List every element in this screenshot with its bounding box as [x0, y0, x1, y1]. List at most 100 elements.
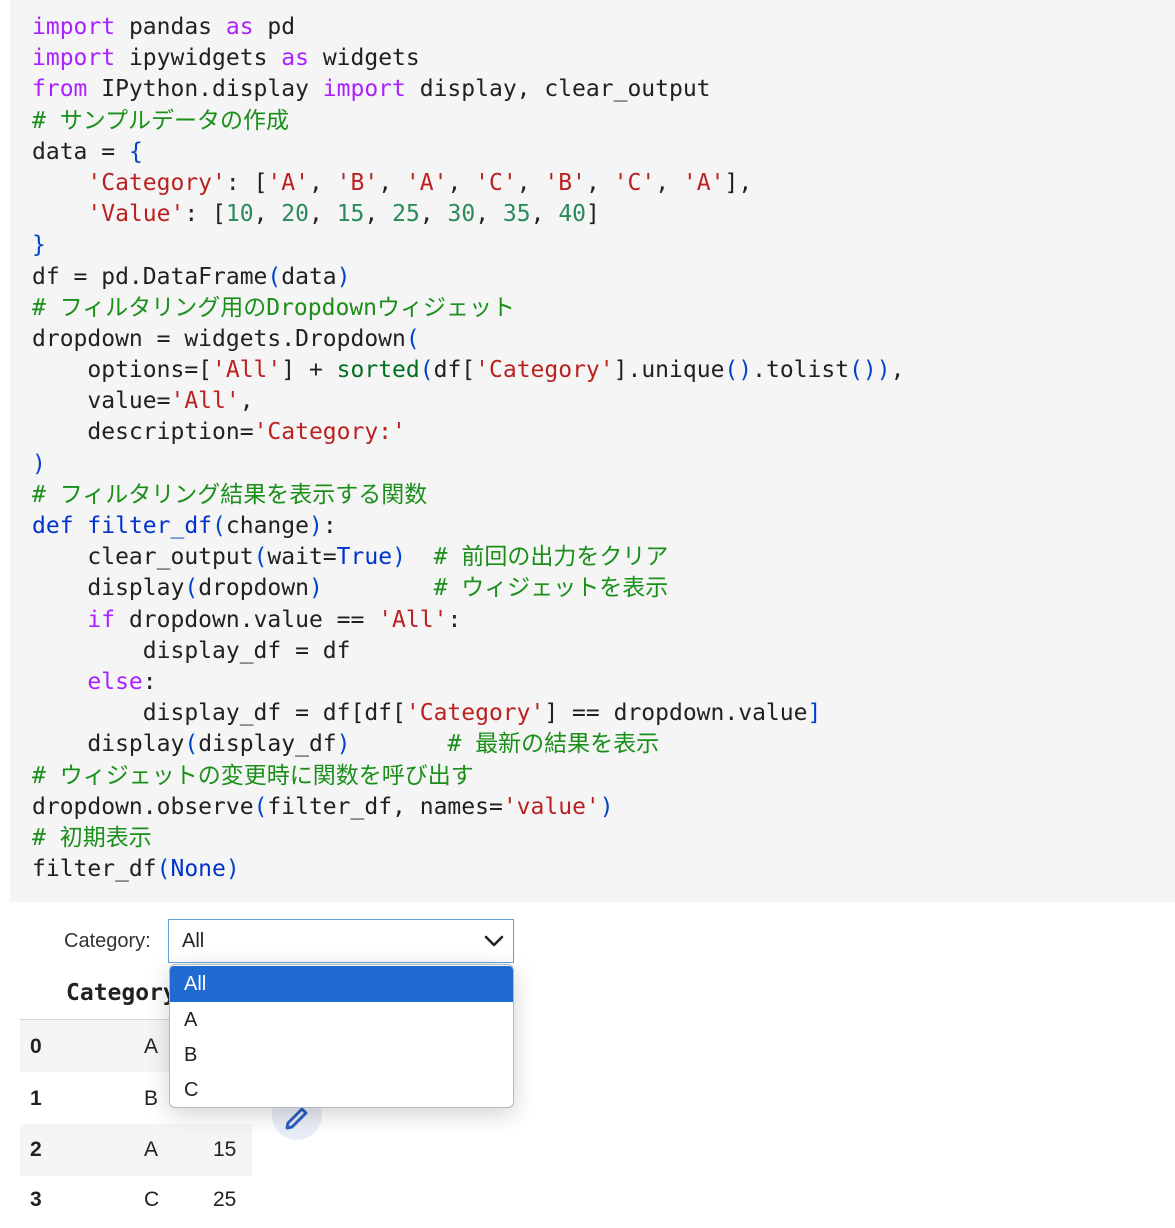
code-token: value=: [32, 388, 171, 415]
code-token: (): [724, 357, 753, 384]
table-row: 3 C 25: [20, 1176, 252, 1228]
table-row: 2 A 15: [20, 1124, 252, 1176]
code-line: def filter_df(change):: [32, 511, 904, 542]
code-token: dropdown.value ==: [115, 606, 379, 633]
dropdown-label: Category:: [64, 930, 151, 952]
code-token: ,: [585, 169, 614, 196]
code-token: ): [308, 575, 323, 602]
code-token: 20: [281, 201, 309, 228]
code-token: df = pd.DataFrame: [32, 263, 268, 290]
value-cell: 15: [213, 1138, 237, 1161]
category-cell: B: [144, 1087, 159, 1110]
code-token: # フィルタリング用のDropdownウィジェット: [32, 294, 516, 321]
code-token: description=: [32, 419, 254, 446]
code-token: def: [32, 513, 74, 539]
code-token: import: [32, 45, 116, 72]
code-token: IPython.display: [87, 76, 323, 103]
code-token: ,: [655, 169, 683, 196]
code-editor[interactable]: import pandas as pd import ipywidgets as …: [32, 12, 904, 885]
code-token: (: [267, 263, 282, 290]
code-token: pandas: [115, 14, 226, 40]
code-token: :: [447, 606, 462, 633]
code-token: 40: [558, 201, 587, 228]
code-token: (: [405, 325, 420, 352]
code-token: dropdown = widgets.Dropdown: [32, 325, 406, 352]
code-token: ,: [308, 169, 337, 196]
code-token: ,: [419, 201, 448, 228]
dropdown-menu[interactable]: All A B C: [169, 964, 514, 1108]
code-token: ,: [308, 201, 337, 228]
code-token: data =: [32, 138, 129, 165]
dropdown-option-all[interactable]: All: [170, 966, 513, 1002]
code-token: .tolist: [752, 357, 850, 384]
code-token: ,: [253, 201, 282, 228]
code-line: from IPython.display import display, cle…: [32, 74, 904, 105]
code-token: 'A': [267, 169, 309, 196]
code-token: : [: [225, 169, 268, 196]
code-token: # 前回の出力をクリア: [433, 544, 669, 571]
dropdown-option-a[interactable]: A: [170, 1002, 513, 1038]
code-cell[interactable]: import pandas as pd import ipywidgets as …: [10, 0, 1175, 902]
code-token: (: [184, 575, 199, 602]
category-dropdown[interactable]: All: [168, 919, 514, 963]
dropdown-option-b[interactable]: B: [170, 1037, 513, 1073]
code-line: # フィルタリング用のDropdownウィジェット: [32, 293, 904, 324]
chevron-down-icon: [484, 935, 504, 947]
code-token: from: [32, 76, 88, 103]
code-token: # ウィジェットを表示: [433, 575, 669, 602]
code-token: 'All': [212, 357, 282, 384]
code-line: # フィルタリング結果を表示する関数: [32, 480, 904, 511]
code-token: 'All': [378, 606, 448, 633]
code-token: if: [87, 606, 116, 633]
code-token: ,: [475, 201, 503, 228]
row-index: 1: [30, 1087, 42, 1110]
code-token: pd: [253, 14, 296, 40]
code-token: 'Category': [405, 700, 545, 727]
code-line: ): [32, 449, 904, 480]
code-line: dropdown = widgets.Dropdown(: [32, 324, 904, 355]
code-token: ipywidgets: [115, 45, 282, 72]
row-index: 3: [30, 1188, 42, 1211]
code-token: 'Value': [87, 201, 185, 228]
code-token: ]: [807, 700, 822, 727]
code-line: display(display_df) # 最新の結果を表示: [32, 729, 904, 760]
code-token: filter_df: [32, 856, 157, 883]
code-token: import: [32, 14, 116, 40]
code-token: dropdown.observe: [32, 793, 254, 820]
code-token: display_df = df[df[: [32, 700, 406, 727]
code-token: display: [32, 575, 185, 602]
code-line: import ipywidgets as widgets: [32, 43, 904, 74]
option-label: C: [184, 1079, 199, 1101]
code-token: 30: [447, 201, 476, 228]
code-token: ,: [239, 388, 254, 415]
code-token: display, clear_output: [405, 76, 711, 103]
code-token: 'C': [475, 169, 517, 196]
option-label: B: [184, 1044, 198, 1066]
code-token: }: [32, 232, 46, 259]
code-line: options=['All'] + sorted(df['Category'].…: [32, 355, 904, 386]
code-token: : [: [184, 201, 226, 228]
code-token: 'C': [613, 169, 656, 196]
code-line: display_df = df: [32, 636, 904, 667]
code-line: else:: [32, 667, 904, 698]
code-token: widgets: [308, 45, 420, 72]
code-token: 'Category': [87, 169, 226, 196]
code-token: ): [225, 856, 240, 883]
code-token: (: [419, 357, 434, 384]
code-token: 35: [502, 201, 531, 228]
code-token: display_df: [198, 731, 337, 758]
code-token: ): [599, 793, 614, 820]
code-token: as: [281, 45, 309, 72]
option-label: All: [184, 973, 207, 995]
dropdown-option-c[interactable]: C: [170, 1072, 513, 1107]
code-token: 'A': [682, 169, 725, 196]
code-token: 10: [225, 201, 254, 228]
code-token: display: [32, 731, 185, 758]
code-token: None: [170, 856, 226, 883]
code-token: (: [253, 793, 268, 820]
